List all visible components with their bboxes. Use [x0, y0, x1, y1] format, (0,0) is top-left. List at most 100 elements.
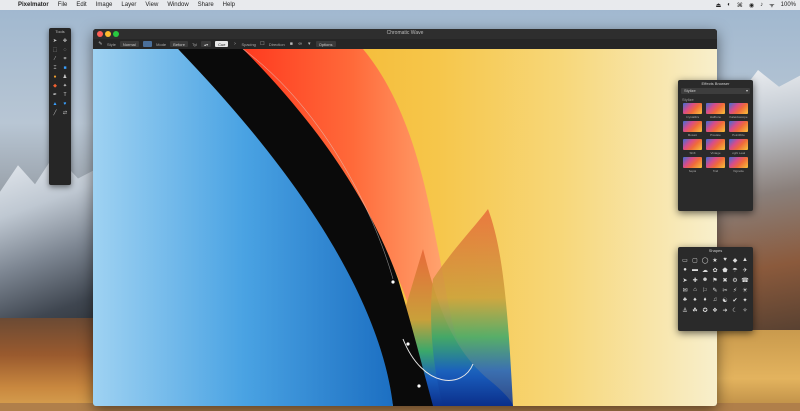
- shape-item-icon[interactable]: ✦: [740, 295, 750, 305]
- cmd-icon[interactable]: ⌘: [737, 2, 743, 9]
- shape-item-icon[interactable]: ✚: [690, 275, 700, 285]
- text-icon[interactable]: T: [60, 90, 70, 99]
- effect-item[interactable]: Mosaic: [682, 121, 703, 138]
- wifi-icon[interactable]: ᯤ: [769, 1, 774, 9]
- apple-icon[interactable]: [4, 1, 12, 9]
- shape-item-icon[interactable]: ▬: [690, 265, 700, 275]
- eject-icon[interactable]: ⏏: [716, 2, 722, 9]
- wand-icon[interactable]: ⁄: [50, 54, 60, 63]
- cue-field[interactable]: Cue: [215, 41, 229, 47]
- effect-item[interactable]: Pointillize: [728, 121, 749, 138]
- shape-item-icon[interactable]: ☀: [740, 285, 750, 295]
- arrow-icon[interactable]: ➤: [50, 36, 60, 45]
- shape-item-icon[interactable]: ✧: [740, 305, 750, 315]
- color-wheel-icon[interactable]: ♥: [60, 99, 70, 108]
- menu-view[interactable]: View: [145, 2, 158, 8]
- shape-item-icon[interactable]: ▭: [680, 255, 690, 265]
- shape-item-icon[interactable]: ♥: [720, 255, 730, 265]
- shape-item-icon[interactable]: ◆: [730, 255, 740, 265]
- shape-item-icon[interactable]: ✔: [730, 295, 740, 305]
- checkbox-icon[interactable]: ☐: [260, 41, 265, 47]
- shape-item-icon[interactable]: ✿: [710, 265, 720, 275]
- link-icon[interactable]: ∞: [298, 41, 303, 47]
- effect-item[interactable]: Trail: [705, 157, 726, 174]
- color-swatch[interactable]: [142, 41, 153, 47]
- shape-item-icon[interactable]: ▢: [690, 255, 700, 265]
- shape-item-icon[interactable]: ☁: [700, 265, 710, 275]
- shape-item-icon[interactable]: ⚐: [700, 285, 710, 295]
- shape-item-icon[interactable]: ❖: [710, 305, 720, 315]
- effect-item[interactable]: Light Leak: [728, 139, 749, 156]
- effect-item[interactable]: Vintage: [705, 139, 726, 156]
- shape-item-icon[interactable]: ➤: [680, 275, 690, 285]
- shape-icon[interactable]: ▲: [50, 99, 60, 108]
- effect-item[interactable]: Shift: [682, 139, 703, 156]
- marquee-icon[interactable]: ⬚: [50, 45, 60, 54]
- blur-icon[interactable]: ✦: [60, 81, 70, 90]
- lasso-icon[interactable]: ◌: [60, 45, 70, 54]
- menu-app-name[interactable]: Pixelmator: [18, 2, 49, 8]
- stamp-icon[interactable]: ♟: [60, 72, 70, 81]
- effect-item[interactable]: Halftone: [705, 103, 726, 120]
- eyedropper-icon[interactable]: ⌶: [50, 63, 60, 72]
- menu-edit[interactable]: Edit: [76, 2, 86, 8]
- paint-bucket-icon[interactable]: ◆: [50, 81, 60, 90]
- shape-item-icon[interactable]: ⚡: [730, 285, 740, 295]
- brush-preset-icon[interactable]: ✎: [98, 41, 103, 47]
- effect-item[interactable]: Vignette: [728, 157, 749, 174]
- shape-item-icon[interactable]: ✎: [710, 285, 720, 295]
- shape-item-icon[interactable]: ♣: [680, 295, 690, 305]
- swap-icon[interactable]: ⇄: [60, 108, 70, 117]
- menu-file[interactable]: File: [58, 2, 68, 8]
- effects-category-select[interactable]: Stylize: [681, 88, 750, 94]
- effect-item[interactable]: Sepia: [682, 157, 703, 174]
- size-stepper[interactable]: ▴▾: [201, 41, 212, 47]
- style-select[interactable]: Normal: [119, 41, 139, 47]
- menu-share[interactable]: Share: [198, 2, 214, 8]
- shape-item-icon[interactable]: ⚓: [680, 305, 690, 315]
- shape-item-icon[interactable]: ✈: [740, 265, 750, 275]
- title-bar[interactable]: Chromatic Wave: [93, 29, 717, 39]
- shape-item-icon[interactable]: ⚑: [710, 275, 720, 285]
- time-machine-icon[interactable]: ◐: [727, 2, 731, 8]
- menu-image[interactable]: Image: [96, 2, 113, 8]
- options-button[interactable]: Options: [315, 41, 336, 47]
- square-icon[interactable]: ■: [289, 41, 294, 47]
- eraser-icon[interactable]: ●: [50, 72, 60, 81]
- shape-item-icon[interactable]: ●: [680, 265, 690, 275]
- effect-item[interactable]: Kaleidoscope: [728, 103, 749, 120]
- battery-status[interactable]: 100%: [781, 2, 796, 8]
- shape-item-icon[interactable]: ♫: [710, 295, 720, 305]
- chevron-icon[interactable]: ›: [232, 41, 237, 47]
- shape-item-icon[interactable]: ☯: [720, 295, 730, 305]
- shape-item-icon[interactable]: ⚙: [730, 275, 740, 285]
- shape-item-icon[interactable]: ☘: [690, 305, 700, 315]
- shape-item-icon[interactable]: ➜: [720, 305, 730, 315]
- menu-window[interactable]: Window: [167, 2, 188, 8]
- shape-item-icon[interactable]: ◯: [700, 255, 710, 265]
- shape-item-icon[interactable]: ☻: [700, 275, 710, 285]
- shape-item-icon[interactable]: ♦: [700, 295, 710, 305]
- volume-icon[interactable]: ♪: [760, 2, 763, 8]
- dropdown-icon[interactable]: ▾: [307, 41, 312, 47]
- shape-item-icon[interactable]: ⌂: [690, 285, 700, 295]
- menu-layer[interactable]: Layer: [121, 2, 136, 8]
- shape-item-icon[interactable]: ☾: [730, 305, 740, 315]
- shape-item-icon[interactable]: ☂: [730, 265, 740, 275]
- effect-item[interactable]: Crystallize: [682, 103, 703, 120]
- brush-icon[interactable]: ■: [60, 63, 70, 72]
- shape-item-icon[interactable]: ✉: [680, 285, 690, 295]
- shape-item-icon[interactable]: ▲: [740, 255, 750, 265]
- image-canvas[interactable]: [93, 49, 717, 406]
- pen-icon[interactable]: ✒: [50, 90, 60, 99]
- shape-item-icon[interactable]: ♠: [690, 295, 700, 305]
- shape-item-icon[interactable]: ✪: [700, 305, 710, 315]
- airplay-icon[interactable]: ◉: [749, 2, 754, 9]
- gradient-icon[interactable]: ╱: [50, 108, 60, 117]
- effect-item[interactable]: Pixelate: [705, 121, 726, 138]
- move-icon[interactable]: ✥: [60, 36, 70, 45]
- mode-select[interactable]: Before: [170, 41, 188, 47]
- shape-item-icon[interactable]: ★: [710, 255, 720, 265]
- shape-item-icon[interactable]: ☎: [740, 275, 750, 285]
- menu-help[interactable]: Help: [223, 2, 235, 8]
